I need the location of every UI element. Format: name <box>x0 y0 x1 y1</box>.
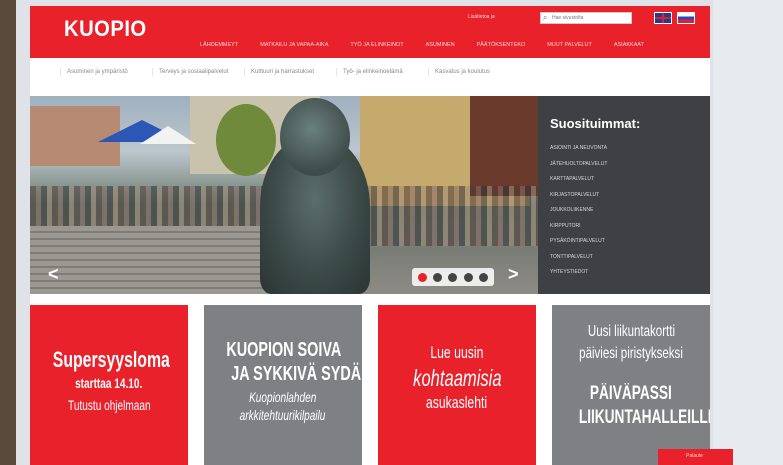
chevron-left-icon[interactable]: < <box>48 264 59 285</box>
search-icon[interactable]: ⌕ <box>543 13 547 23</box>
promo-subline: Kuopionlahden <box>249 389 317 405</box>
promo-headline: PÄIVÄPASSI <box>590 383 672 404</box>
carousel-dot-1[interactable] <box>418 272 428 282</box>
promo-tile-kohtaamisia[interactable]: Lue uusin kohtaamisia asukaslehti <box>378 305 536 465</box>
sub-nav-item-health[interactable]: Terveys ja sosiaalipalvelut <box>152 68 230 76</box>
chevron-right-icon[interactable]: > <box>508 264 519 285</box>
main-nav-item[interactable]: Matkailu ja vapaa-aika <box>260 42 328 48</box>
promo-tile-kuopion-soiva[interactable]: KUOPION SOIVA JA SYKKIVÄ SYDÄN Kuopionla… <box>204 305 362 465</box>
promo-headline: LIIKUNTAHALLEILLE <box>578 407 710 428</box>
popular-list: Asiointi ja neuvonta Jätehuoltopalvelut … <box>550 141 607 281</box>
popular-link[interactable]: Asiointi ja neuvonta <box>550 141 607 157</box>
main-nav-item[interactable]: Muut palvelut <box>547 42 592 48</box>
feedback-tab[interactable]: Palaute <box>658 449 733 465</box>
promo-subline: Lue uusin <box>430 343 484 362</box>
carousel-dot-2[interactable] <box>433 272 443 282</box>
uk-flag-icon[interactable] <box>654 12 672 24</box>
promo-subline: Uusi liikuntakortti <box>587 323 675 340</box>
popular-link[interactable]: Joukkoliikenne <box>550 203 607 219</box>
promo-subline: arkkitehtuurikilpailu <box>240 407 326 423</box>
carousel-dot-5[interactable] <box>478 272 488 282</box>
promo-headline: JA SYKKIVÄ SYDÄN <box>231 363 362 385</box>
popular-link[interactable]: Pysäköintipalvelut <box>550 234 607 250</box>
left-background-strip <box>0 0 16 465</box>
main-nav-item[interactable]: Päätöksenteko <box>477 42 526 48</box>
right-background-strip <box>713 0 783 465</box>
carousel-pagination <box>412 268 494 286</box>
hero-photo-building <box>470 96 538 196</box>
search-input[interactable] <box>552 14 628 22</box>
hero-carousel: < > <box>30 96 538 294</box>
promo-tile-paivapassi[interactable]: Uusi liikuntakortti päiviesi piristyksek… <box>552 305 710 465</box>
popular-panel: Suosituimmat: Asiointi ja neuvonta Jäteh… <box>538 96 710 294</box>
promo-subline: päiviesi piristykseksi <box>579 345 683 362</box>
promo-headline: Supersyysloma <box>52 347 170 372</box>
main-nav-item[interactable]: Asiakkaat <box>614 42 644 48</box>
promo-headline: kohtaamisia <box>412 365 502 391</box>
carousel-dot-4[interactable] <box>463 272 473 282</box>
promo-subline: starttaa 14.10. <box>75 375 143 391</box>
promo-headline: KUOPION SOIVA <box>226 339 342 361</box>
promo-tile-supersyysloma[interactable]: Supersyysloma starttaa 14.10. Tutustu oh… <box>30 305 188 465</box>
promo-link-text: Tutustu ohjelmaan <box>67 397 151 413</box>
main-navigation: Lähdemmeyt Matkailu ja vapaa-aika Työ ja… <box>200 42 666 48</box>
sub-nav-item-work[interactable]: Työ- ja elinkeinoelämä <box>336 68 414 76</box>
sub-navigation: Asuminen ja ympäristö Terveys ja sosiaal… <box>30 58 710 97</box>
sub-nav-item-housing[interactable]: Asuminen ja ympäristö <box>60 68 138 76</box>
popular-link[interactable]: Karttapalvelut <box>550 172 607 188</box>
carousel-dot-3[interactable] <box>448 272 458 282</box>
ru-flag-icon[interactable] <box>677 12 695 24</box>
feedback-tab-label: Palaute <box>686 453 703 459</box>
popular-title: Suosituimmat: <box>550 116 641 131</box>
promo-subline: asukaslehti <box>426 393 488 412</box>
popular-link[interactable]: Yhteystiedot <box>550 265 607 281</box>
hero-photo-tree <box>216 104 276 176</box>
sub-nav-item-education[interactable]: Kasvatus ja koulutus <box>428 68 506 76</box>
top-utility-link[interactable]: Lisätietoa ja <box>468 14 495 20</box>
main-nav-item[interactable]: Asuminen <box>426 42 455 48</box>
kuopio-logo[interactable]: KUOPIO <box>64 16 147 42</box>
popular-link[interactable]: Jätehuoltopalvelut <box>550 157 607 173</box>
popular-link[interactable]: Tonttipalvelut <box>550 250 607 266</box>
kuopio-homepage: KUOPIO Lisätietoa ja ⌕ Lähdemmeyt Matkai… <box>30 6 710 465</box>
popular-link[interactable]: Kirjastopalvelut <box>550 188 607 204</box>
hero-photo-steps <box>30 226 270 294</box>
site-header: KUOPIO Lisätietoa ja ⌕ Lähdemmeyt Matkai… <box>30 6 710 58</box>
hero-photo-tent <box>140 126 196 144</box>
sub-nav-item-culture[interactable]: Kulttuuri ja harrastukset <box>244 68 322 76</box>
main-nav-item[interactable]: Lähdemmeyt <box>200 42 238 48</box>
search-box[interactable]: ⌕ <box>540 12 632 24</box>
hero-photo-statue-head <box>280 98 350 176</box>
main-nav-item[interactable]: Työ ja elinkeinot <box>350 42 403 48</box>
popular-link[interactable]: Kirpputori <box>550 219 607 235</box>
